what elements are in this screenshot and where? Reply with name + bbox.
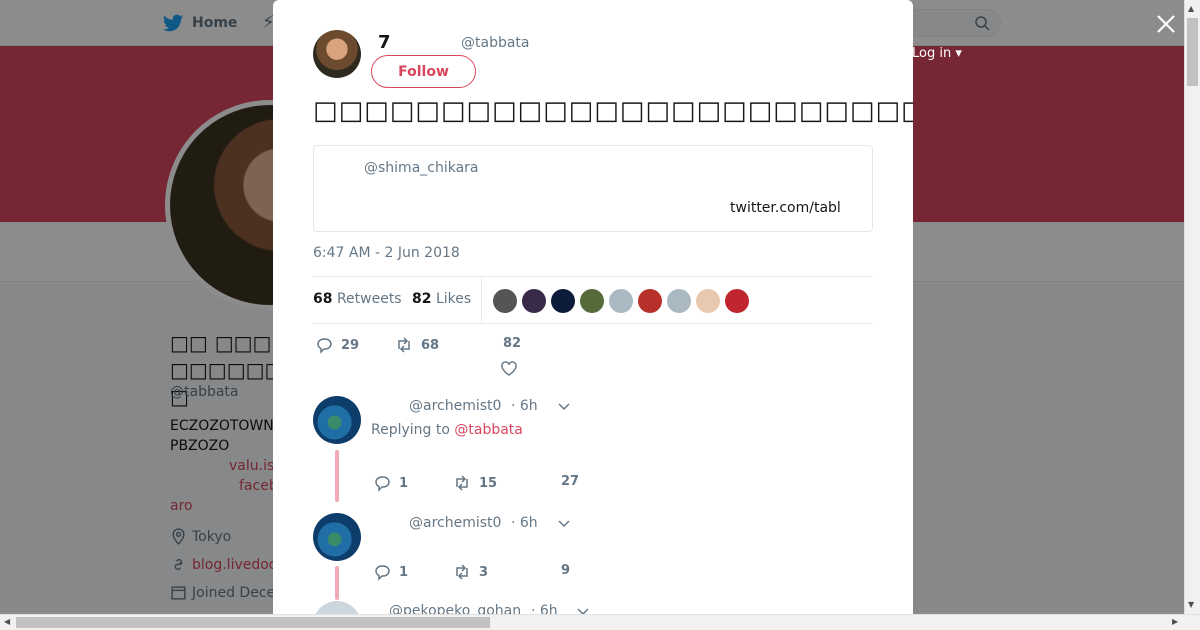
retweet-action[interactable]: 15 — [453, 474, 497, 492]
scroll-left-arrow-icon[interactable]: ◀ — [4, 617, 10, 626]
liker-avatar[interactable] — [609, 289, 633, 313]
retweets-stat[interactable]: 68 Retweets — [313, 291, 402, 307]
reply-count: 1 — [399, 564, 409, 580]
retweet-count: 15 — [479, 475, 498, 491]
reply-author-handle[interactable]: @archemist0 — [409, 515, 501, 531]
liker-avatars — [493, 289, 749, 313]
replying-to: Replying to @tabbata — [371, 422, 523, 438]
likes-stat-label: Likes — [435, 291, 472, 307]
reply-action[interactable]: 29 — [315, 336, 359, 354]
reply-time[interactable]: · 6h — [511, 515, 538, 531]
retweet-action[interactable]: 3 — [453, 563, 488, 581]
stats-divider — [481, 277, 482, 323]
likes-stat-count: 82 — [412, 291, 432, 307]
liker-avatar[interactable] — [725, 289, 749, 313]
reply-count: 1 — [399, 475, 409, 491]
reply-count: 29 — [341, 337, 360, 353]
reply-time[interactable]: · 6h — [531, 603, 558, 614]
tweet-author-avatar[interactable] — [313, 30, 361, 78]
retweets-stat-count: 68 — [313, 291, 333, 307]
liker-avatar[interactable] — [667, 289, 691, 313]
liker-avatar[interactable] — [580, 289, 604, 313]
retweet-action[interactable]: 68 — [395, 336, 439, 354]
tweet-modal: 7 @tabbata Follow □□□□□□□□□□□□□□□□□□□□□□… — [273, 0, 913, 614]
horizontal-scroll-thumb[interactable] — [16, 617, 490, 628]
liker-avatar[interactable] — [493, 289, 517, 313]
reply-author-avatar[interactable] — [313, 513, 361, 561]
quoted-tweet-handle: @shima_chikara — [364, 160, 479, 176]
horizontal-scrollbar[interactable]: ◀ ▶ — [0, 614, 1200, 630]
scroll-right-arrow-icon[interactable]: ▶ — [1172, 617, 1178, 626]
retweet-icon — [456, 564, 468, 580]
login-link[interactable]: Log in ▾ — [912, 46, 962, 61]
chevron-down-icon[interactable] — [576, 605, 590, 614]
tweet-actions: 29 68 82 — [313, 336, 873, 376]
retweet-count: 3 — [479, 564, 489, 580]
close-icon[interactable] — [1154, 12, 1178, 36]
follow-button[interactable]: Follow — [371, 55, 476, 88]
retweets-stat-label: Retweets — [336, 291, 402, 307]
retweet-icon — [398, 337, 410, 353]
vertical-scrollbar[interactable]: ▲ ▼ — [1184, 0, 1200, 614]
liker-avatar[interactable] — [551, 289, 575, 313]
chevron-down-icon[interactable] — [557, 400, 571, 414]
like-count: 9 — [561, 563, 571, 578]
heart-icon[interactable] — [500, 360, 518, 378]
reply-action[interactable]: 1 — [373, 474, 408, 492]
liker-avatar[interactable] — [638, 289, 662, 313]
liker-avatar[interactable] — [522, 289, 546, 313]
like-count: 82 — [503, 336, 522, 351]
liker-avatar[interactable] — [696, 289, 720, 313]
tweet-author-name[interactable]: 7 — [378, 32, 391, 53]
retweet-icon — [456, 475, 468, 491]
tweet-timestamp[interactable]: 6:47 AM - 2 Jun 2018 — [313, 245, 460, 261]
quoted-tweet-link[interactable]: twitter.com/tabl — [730, 200, 860, 216]
reply-author-handle[interactable]: @archemist0 — [409, 398, 501, 414]
scroll-up-arrow-icon[interactable]: ▲ — [1188, 4, 1194, 13]
reply-tweet[interactable]: @archemist0 · 6h Replying to @tabbata 1 … — [313, 396, 873, 506]
reply-icon — [317, 338, 332, 354]
reply-icon — [375, 565, 390, 581]
quoted-tweet-card[interactable]: @shima_chikara twitter.com/tabl — [313, 145, 873, 232]
scroll-down-arrow-icon[interactable]: ▼ — [1188, 600, 1194, 609]
vertical-scroll-thumb[interactable] — [1187, 18, 1198, 86]
chevron-down-icon[interactable] — [557, 517, 571, 531]
reply-author-handle[interactable]: @pekopeko_gohan — [389, 603, 521, 614]
reply-tweet[interactable]: @pekopeko_gohan · 6h — [313, 601, 873, 614]
tweet-author-handle[interactable]: @tabbata — [461, 35, 530, 51]
tweet-stats: 68 Retweets 82 Likes — [313, 276, 873, 324]
reply-author-avatar[interactable] — [313, 396, 361, 444]
replying-to-prefix: Replying to — [371, 422, 450, 438]
replying-to-handle[interactable]: @tabbata — [454, 422, 523, 438]
tweet-text: □□□□□□□□□□□□□□□□□□□□□□□□□□□□□□□□□□□□□□□□… — [313, 96, 913, 126]
like-count: 27 — [561, 474, 580, 489]
like-action[interactable]: 9 — [561, 563, 570, 578]
reply-author-avatar[interactable] — [313, 601, 361, 614]
reply-tweet[interactable]: @archemist0 · 6h 1 3 9 — [313, 513, 873, 593]
like-count-label: 82 — [503, 336, 521, 351]
likes-stat[interactable]: 82 Likes — [412, 291, 471, 307]
reply-time[interactable]: · 6h — [511, 398, 538, 414]
reply-icon — [375, 476, 390, 492]
like-action[interactable]: 27 — [561, 474, 579, 489]
retweet-count: 68 — [421, 337, 440, 353]
reply-action[interactable]: 1 — [373, 563, 408, 581]
